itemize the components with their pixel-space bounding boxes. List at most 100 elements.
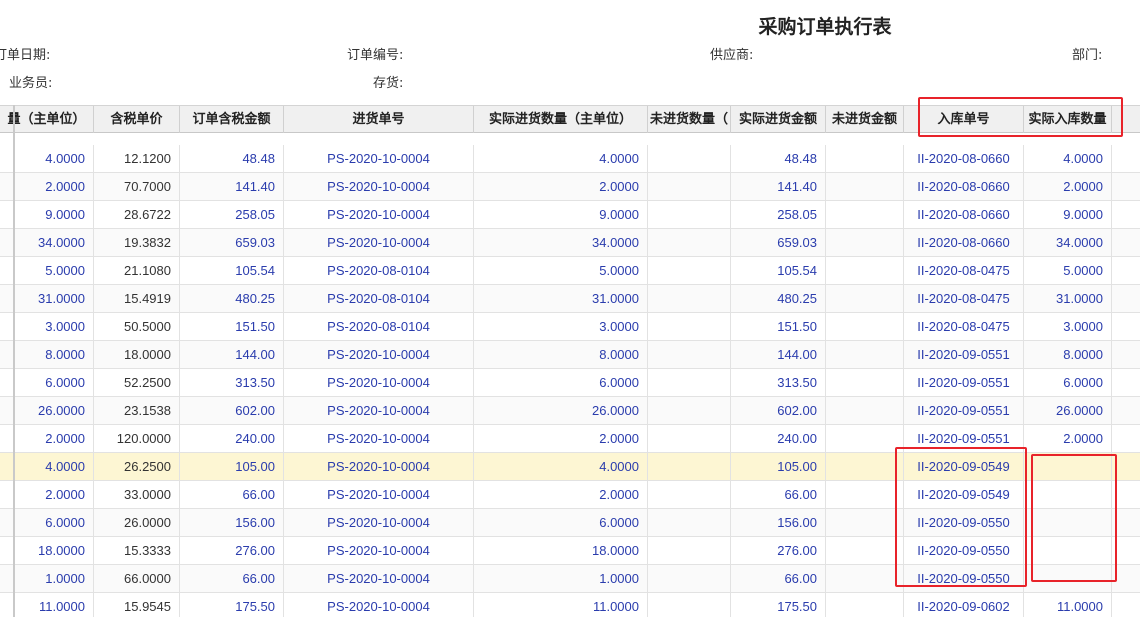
cell-stockin-no[interactable]: II-2020-09-0551 (904, 397, 1024, 425)
cell-stockin-qty[interactable]: 31.0000 (1024, 285, 1112, 313)
cell-unpurchased-amount[interactable] (826, 537, 904, 565)
col-header-price[interactable]: 含税单价 (94, 106, 180, 133)
cell-purchase-no[interactable]: PS-2020-10-0004 (284, 341, 474, 369)
cell-unpurchased-amount[interactable] (826, 369, 904, 397)
cell-price[interactable]: 18.0000 (94, 341, 180, 369)
cell-actual-qty[interactable]: 4.0000 (474, 145, 648, 173)
cell-purchase-no[interactable]: PS-2020-10-0004 (284, 565, 474, 593)
table-row[interactable]: 1.0000 66.0000 66.00 PS-2020-10-0004 1.0000 6… (0, 565, 1140, 593)
col-header-amount[interactable]: 订单含税金额 (180, 106, 284, 133)
table-row[interactable]: 8.0000 18.0000 144.00 PS-2020-10-0004 8.0000… (0, 341, 1140, 369)
col-header-stockin-qty[interactable]: 实际入库数量 (1024, 106, 1112, 133)
cell-actual-amount[interactable]: 156.00 (731, 509, 826, 537)
table-row[interactable]: 6.0000 52.2500 313.50 PS-2020-10-0004 6.0000… (0, 369, 1140, 397)
cell-unpurchased-qty[interactable] (648, 285, 731, 313)
table-row[interactable]: 4.0000 12.1200 48.48 PS-2020-10-0004 4.0000 4… (0, 145, 1140, 173)
cell-amount[interactable]: 156.00 (180, 509, 284, 537)
cell-amount[interactable]: 141.40 (180, 173, 284, 201)
cell-amount[interactable]: 313.50 (180, 369, 284, 397)
cell-amount[interactable]: 659.03 (180, 229, 284, 257)
cell-amount[interactable]: 602.00 (180, 397, 284, 425)
cell-price[interactable]: 21.1080 (94, 257, 180, 285)
cell-price[interactable]: 15.9545 (94, 593, 180, 617)
cell-amount[interactable]: 144.00 (180, 341, 284, 369)
cell-amount[interactable]: 175.50 (180, 593, 284, 617)
cell-stockin-no[interactable]: II-2020-08-0660 (904, 145, 1024, 173)
cell-stockin-no[interactable]: II-2020-09-0551 (904, 341, 1024, 369)
cell-unpurchased-qty[interactable] (648, 145, 731, 173)
cell-amount[interactable]: 258.05 (180, 201, 284, 229)
cell-purchase-no[interactable]: PS-2020-10-0004 (284, 173, 474, 201)
cell-unpurchased-qty[interactable] (648, 565, 731, 593)
cell-actual-amount[interactable]: 480.25 (731, 285, 826, 313)
table-row[interactable]: 2.0000 120.0000 240.00 PS-2020-10-0004 2.000… (0, 425, 1140, 453)
cell-unpurchased-amount[interactable] (826, 593, 904, 617)
table-row[interactable]: 6.0000 26.0000 156.00 PS-2020-10-0004 6.0000… (0, 509, 1140, 537)
cell-stockin-qty[interactable]: 6.0000 (1024, 369, 1112, 397)
col-header-unpurchased-qty[interactable]: 未进货数量（ (648, 106, 731, 133)
table-row[interactable]: 11.0000 15.9545 175.50 PS-2020-10-0004 11.00… (0, 593, 1140, 617)
cell-amount[interactable]: 240.00 (180, 425, 284, 453)
cell-actual-amount[interactable]: 602.00 (731, 397, 826, 425)
cell-actual-amount[interactable]: 105.54 (731, 257, 826, 285)
col-header-unpurchased-amount[interactable]: 未进货金额 (826, 106, 904, 133)
cell-stockin-no[interactable]: II-2020-08-0475 (904, 313, 1024, 341)
cell-unpurchased-amount[interactable] (826, 173, 904, 201)
cell-unpurchased-qty[interactable] (648, 425, 731, 453)
cell-stockin-qty[interactable]: 8.0000 (1024, 341, 1112, 369)
cell-unpurchased-amount[interactable] (826, 565, 904, 593)
cell-unpurchased-qty[interactable] (648, 369, 731, 397)
cell-actual-amount[interactable]: 659.03 (731, 229, 826, 257)
cell-actual-qty[interactable]: 18.0000 (474, 537, 648, 565)
cell-stockin-qty[interactable] (1024, 537, 1112, 565)
cell-stockin-qty[interactable]: 2.0000 (1024, 425, 1112, 453)
cell-stockin-qty[interactable]: 11.0000 (1024, 593, 1112, 617)
cell-amount[interactable]: 48.48 (180, 145, 284, 173)
cell-purchase-no[interactable]: PS-2020-08-0104 (284, 313, 474, 341)
cell-unpurchased-amount[interactable] (826, 453, 904, 481)
cell-purchase-no[interactable]: PS-2020-08-0104 (284, 285, 474, 313)
cell-amount[interactable]: 66.00 (180, 565, 284, 593)
cell-actual-qty[interactable]: 26.0000 (474, 397, 648, 425)
cell-purchase-no[interactable]: PS-2020-10-0004 (284, 369, 474, 397)
table-row[interactable]: 3.0000 50.5000 151.50 PS-2020-08-0104 3.0000… (0, 313, 1140, 341)
cell-unpurchased-amount[interactable] (826, 313, 904, 341)
cell-stockin-qty[interactable]: 9.0000 (1024, 201, 1112, 229)
cell-actual-qty[interactable]: 6.0000 (474, 369, 648, 397)
cell-unpurchased-qty[interactable] (648, 481, 731, 509)
cell-price[interactable]: 33.0000 (94, 481, 180, 509)
cell-unpurchased-amount[interactable] (826, 145, 904, 173)
table-row[interactable]: 2.0000 33.0000 66.00 PS-2020-10-0004 2.0000 6… (0, 481, 1140, 509)
cell-purchase-no[interactable]: PS-2020-08-0104 (284, 257, 474, 285)
cell-price[interactable]: 70.7000 (94, 173, 180, 201)
cell-stockin-no[interactable]: II-2020-09-0550 (904, 537, 1024, 565)
cell-amount[interactable]: 151.50 (180, 313, 284, 341)
cell-actual-qty[interactable]: 34.0000 (474, 229, 648, 257)
cell-actual-amount[interactable]: 313.50 (731, 369, 826, 397)
table-row[interactable]: 31.0000 15.4919 480.25 PS-2020-08-0104 31.00… (0, 285, 1140, 313)
table-row[interactable]: 5.0000 21.1080 105.54 PS-2020-08-0104 5.0000… (0, 257, 1140, 285)
cell-amount[interactable]: 276.00 (180, 537, 284, 565)
cell-price[interactable]: 120.0000 (94, 425, 180, 453)
cell-unpurchased-qty[interactable] (648, 537, 731, 565)
cell-unpurchased-amount[interactable] (826, 285, 904, 313)
cell-amount[interactable]: 105.00 (180, 453, 284, 481)
cell-stockin-no[interactable]: II-2020-09-0551 (904, 369, 1024, 397)
cell-price[interactable]: 23.1538 (94, 397, 180, 425)
cell-actual-amount[interactable]: 175.50 (731, 593, 826, 617)
cell-actual-amount[interactable]: 151.50 (731, 313, 826, 341)
cell-unpurchased-amount[interactable] (826, 397, 904, 425)
cell-stockin-no[interactable]: II-2020-08-0475 (904, 285, 1024, 313)
cell-unpurchased-qty[interactable] (648, 397, 731, 425)
cell-purchase-no[interactable]: PS-2020-10-0004 (284, 453, 474, 481)
cell-actual-qty[interactable]: 3.0000 (474, 313, 648, 341)
cell-unpurchased-qty[interactable] (648, 313, 731, 341)
cell-price[interactable]: 26.2500 (94, 453, 180, 481)
cell-actual-amount[interactable]: 240.00 (731, 425, 826, 453)
cell-actual-amount[interactable]: 258.05 (731, 201, 826, 229)
cell-purchase-no[interactable]: PS-2020-10-0004 (284, 481, 474, 509)
cell-stockin-no[interactable]: II-2020-09-0551 (904, 425, 1024, 453)
cell-amount[interactable]: 105.54 (180, 257, 284, 285)
cell-unpurchased-qty[interactable] (648, 201, 731, 229)
cell-purchase-no[interactable]: PS-2020-10-0004 (284, 425, 474, 453)
